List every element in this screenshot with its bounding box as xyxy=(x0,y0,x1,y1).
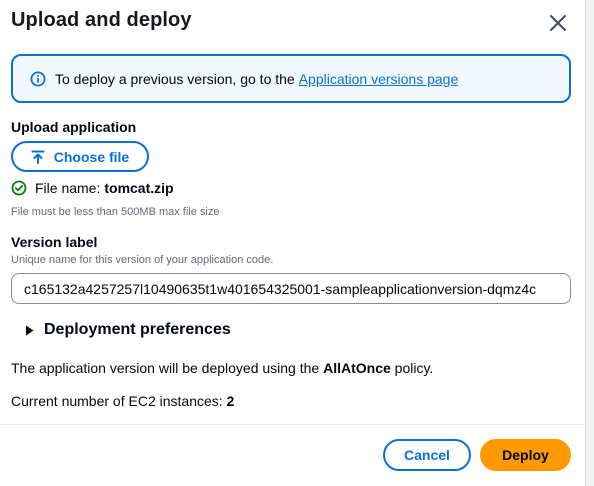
upload-icon xyxy=(31,150,45,164)
instances-count: 2 xyxy=(226,393,235,409)
choose-file-label: Choose file xyxy=(53,148,130,165)
modal-title: Upload and deploy xyxy=(11,9,192,31)
success-check-icon xyxy=(11,180,27,196)
deployment-policy-text: The application version will be deployed… xyxy=(11,360,434,376)
deployment-preferences-expander[interactable]: Deployment preferences xyxy=(25,321,231,339)
choose-file-button[interactable]: Choose file xyxy=(11,141,149,172)
policy-name: AllAtOnce xyxy=(323,360,391,376)
application-versions-link[interactable]: Application versions page xyxy=(299,71,459,87)
version-label-description: Unique name for this version of your app… xyxy=(11,254,274,266)
close-button[interactable] xyxy=(544,9,572,37)
background-page xyxy=(586,0,594,486)
caret-right-icon xyxy=(25,325,34,336)
info-text: To deploy a previous version, go to the xyxy=(55,70,295,87)
file-size-hint: File must be less than 500MB max file si… xyxy=(11,206,220,218)
info-alert: To deploy a previous version, go to the … xyxy=(11,54,571,103)
ec2-instances-text: Current number of EC2 instances: 2 xyxy=(11,393,235,409)
upload-application-label: Upload application xyxy=(11,119,137,135)
file-name-label: File name: xyxy=(35,180,101,196)
version-label-input[interactable]: c165132a4257257l10490635t1w401654325001-… xyxy=(11,273,571,304)
version-label-heading: Version label xyxy=(11,234,98,250)
selected-file: File name: tomcat.zip xyxy=(11,180,174,196)
cancel-button[interactable]: Cancel xyxy=(383,439,471,471)
file-name-value: tomcat.zip xyxy=(104,180,174,196)
info-icon xyxy=(30,71,46,87)
footer-divider xyxy=(0,424,586,425)
deployment-preferences-label: Deployment preferences xyxy=(44,321,231,338)
close-icon xyxy=(550,15,566,31)
upload-deploy-modal: Upload and deploy To deploy a previous v… xyxy=(0,0,586,486)
deploy-button[interactable]: Deploy xyxy=(480,439,571,471)
